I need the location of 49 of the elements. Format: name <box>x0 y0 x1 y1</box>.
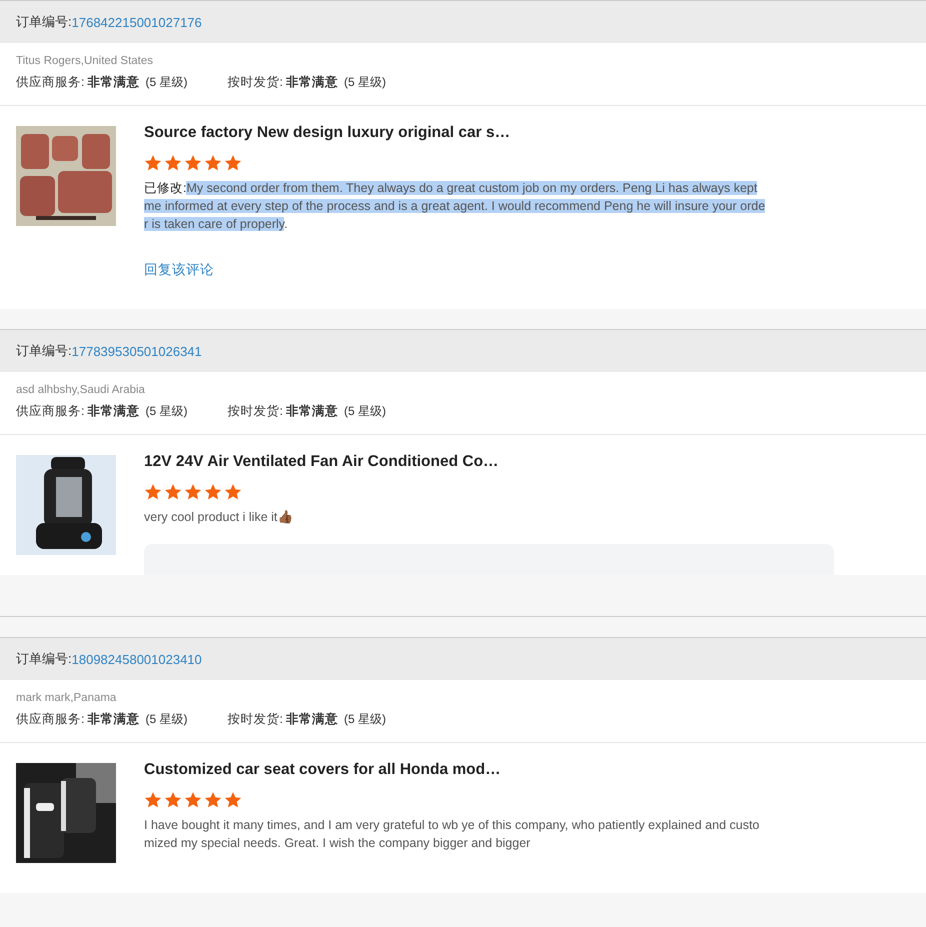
star-icon <box>144 483 162 501</box>
star-icon <box>164 483 182 501</box>
review-text: 已修改:My second order from them. They always do a great custom job on my orders. Peng Li has always kept me informed at every step of the process and is a great agent. I would recommend Peng he will insure your order is taken care of properly. <box>144 180 766 233</box>
order-label: 订单编号: <box>16 342 72 360</box>
star-icon <box>224 154 242 172</box>
star-icon <box>224 791 242 809</box>
rating-value: 非常满意 <box>87 404 140 418</box>
rating-label: 供应商服务: <box>16 712 84 726</box>
rating-label: 按时发货: <box>227 404 283 418</box>
product-title[interactable]: Source factory New design luxury original car s… <box>144 124 910 142</box>
rating-level: (5 星级) <box>145 75 188 89</box>
order-label: 订单编号: <box>16 650 72 668</box>
star-icon <box>164 791 182 809</box>
review-text: I have bought it many times, and I am very grateful to wb ye of this company, who patiently explained and customized my special needs. Great. I wish the company bigger and bigger <box>144 817 760 852</box>
buyer-name: Titus Rogers,United States <box>16 55 154 67</box>
rating-label: 按时发货: <box>227 75 283 89</box>
rating-level: (5 星级) <box>145 404 188 418</box>
order-number-link[interactable]: 180982458001023410 <box>72 652 202 666</box>
rating-label: 按时发货: <box>227 712 283 726</box>
rating-value: 非常满意 <box>286 404 338 418</box>
star-icon <box>144 791 162 809</box>
buyer-name: asd alhbshy,Saudi Arabia <box>16 384 146 396</box>
product-title[interactable]: Customized car seat covers for all Honda mod… <box>144 761 910 779</box>
rating-value: 非常满意 <box>87 75 140 89</box>
order-number-link[interactable]: 176842215001027176 <box>72 14 202 30</box>
rating-value: 非常满意 <box>286 712 338 726</box>
star-icon <box>204 791 222 809</box>
star-icon <box>144 154 162 172</box>
order-number-link[interactable]: 177839530501026341 <box>72 344 202 358</box>
star-icon <box>184 483 202 501</box>
star-icon <box>204 154 222 172</box>
rating-level: (5 星级) <box>344 75 386 89</box>
review-text: very cool product i like it👍🏾 <box>144 509 294 526</box>
star-icon <box>184 791 202 809</box>
rating-label: 供应商服务: <box>16 75 84 89</box>
reply-link[interactable]: 回复该评论 <box>144 261 214 279</box>
order-label: 订单编号: <box>16 13 72 31</box>
rating-level: (5 星级) <box>145 712 188 726</box>
rating-level: (5 星级) <box>344 404 386 418</box>
star-icon <box>224 483 242 501</box>
star-icon <box>204 483 222 501</box>
star-icon <box>164 154 182 172</box>
star-icon <box>184 154 202 172</box>
rating-label: 供应商服务: <box>16 404 84 418</box>
rating-value: 非常满意 <box>286 75 338 89</box>
product-title[interactable]: 12V 24V Air Ventilated Fan Air Conditioned Co… <box>144 453 910 471</box>
rating-value: 非常满意 <box>87 712 140 726</box>
rating-level: (5 星级) <box>344 712 386 726</box>
buyer-name: mark mark,Panama <box>16 692 118 704</box>
